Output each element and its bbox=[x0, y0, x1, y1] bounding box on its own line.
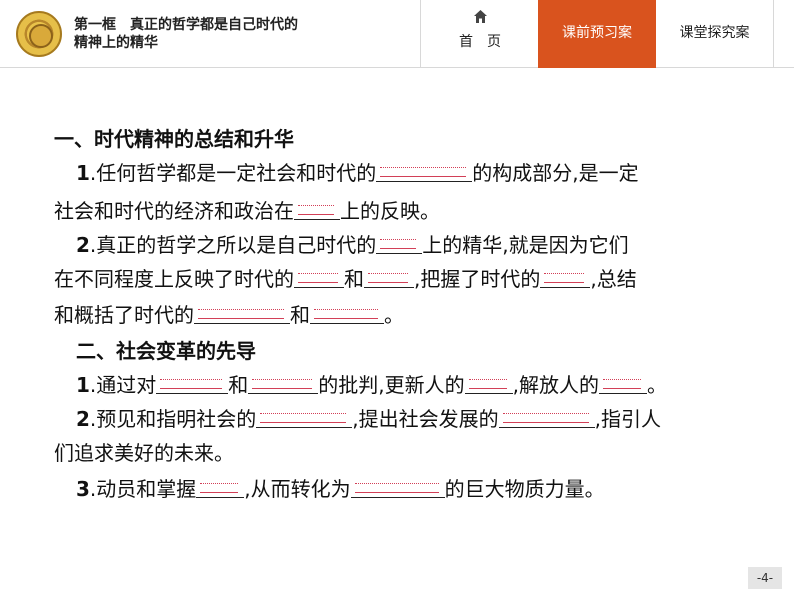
item-3-line1: 1.通过对和的批判,更新人的 ,解放人的。 bbox=[76, 368, 667, 402]
fill-blank[interactable] bbox=[156, 370, 229, 394]
nav-classroom-tab[interactable]: 课堂探究案 bbox=[656, 0, 774, 68]
page-number: -4- bbox=[748, 567, 782, 589]
section-heading-1: 一、时代精神的总结和升华 bbox=[54, 127, 294, 151]
item-number: 3 bbox=[76, 477, 90, 501]
fill-blank[interactable] bbox=[498, 404, 595, 428]
nav-preview-tab[interactable]: 课前预习案 bbox=[538, 0, 656, 68]
lesson-title-line2: 精神上的精华 bbox=[74, 35, 158, 51]
fill-blank[interactable] bbox=[464, 370, 513, 394]
fill-blank[interactable] bbox=[248, 370, 319, 394]
fill-blank[interactable] bbox=[376, 158, 473, 182]
header-bar: 第一框 真正的哲学都是自己时代的 精神上的精华 首 页 课前预习案 课堂探究案 bbox=[0, 0, 794, 68]
fill-blank[interactable] bbox=[294, 196, 340, 220]
nav-home-button[interactable]: 首 页 bbox=[420, 0, 538, 68]
item-5-line1: 3.动员和掌握 ,从而转化为 的巨大物质力量。 bbox=[76, 472, 605, 506]
fill-blank[interactable] bbox=[196, 474, 245, 498]
fill-blank[interactable] bbox=[364, 264, 414, 288]
fill-blank[interactable] bbox=[350, 474, 445, 498]
item-number: 2 bbox=[76, 233, 90, 257]
school-logo bbox=[16, 11, 62, 57]
fill-blank[interactable] bbox=[376, 230, 423, 254]
item-2-line3: 和概括了时代的和。 bbox=[54, 298, 404, 332]
fill-blank[interactable] bbox=[294, 264, 344, 288]
fill-blank[interactable] bbox=[310, 300, 384, 324]
item-4-line1: 2.预见和指明社会的 ,提出社会发展的 ,指引人 bbox=[76, 402, 661, 436]
item-1-line1: 1.任何哲学都是一定社会和时代的 的构成部分,是一定 bbox=[76, 156, 639, 190]
lesson-title: 第一框 真正的哲学都是自己时代的 精神上的精华 bbox=[74, 16, 354, 52]
lesson-title-line1: 第一框 真正的哲学都是自己时代的 bbox=[74, 17, 298, 33]
item-2-line1: 2.真正的哲学之所以是自己时代的 上的精华,就是因为它们 bbox=[76, 228, 629, 262]
fill-blank[interactable] bbox=[194, 300, 290, 324]
item-number: 2 bbox=[76, 407, 90, 431]
item-4-line2: 们追求美好的未来。 bbox=[54, 441, 234, 465]
item-2-line2: 在不同程度上反映了时代的和 ,把握了时代的 ,总结 bbox=[54, 262, 637, 296]
item-number: 1 bbox=[76, 373, 90, 397]
fill-blank[interactable] bbox=[256, 404, 353, 428]
nav-home-label: 首 页 bbox=[459, 34, 501, 50]
fill-blank[interactable] bbox=[540, 264, 591, 288]
section-heading-2: 二、社会变革的先导 bbox=[76, 339, 256, 363]
fill-blank[interactable] bbox=[599, 370, 647, 394]
item-number: 1 bbox=[76, 161, 90, 185]
home-icon bbox=[474, 10, 487, 23]
item-1-line2: 社会和时代的经济和政治在 上的反映。 bbox=[54, 194, 440, 228]
